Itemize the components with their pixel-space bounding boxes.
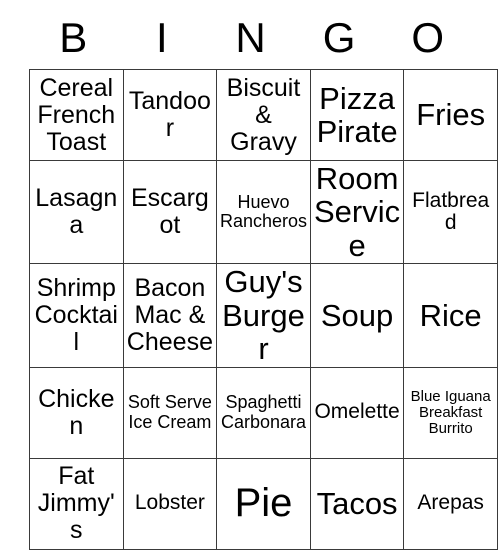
bingo-cell[interactable]: Pizza Pirate	[309, 69, 405, 161]
bingo-cell[interactable]: Flatbread	[403, 159, 498, 265]
bingo-row: Fat Jimmy's Lobster Pie Tacos Arepas	[29, 457, 498, 550]
bingo-cell[interactable]: Escargot	[122, 159, 218, 265]
bingo-cell[interactable]: Bacon Mac & Cheese	[122, 263, 218, 368]
bingo-cell[interactable]: Lobster	[122, 457, 218, 550]
bingo-cell[interactable]: Spaghetti Carbonara	[216, 366, 311, 459]
bingo-header-row: B I N G O	[29, 0, 472, 69]
bingo-header-letter-n: N	[235, 13, 266, 61]
bingo-cell[interactable]: Pie	[216, 457, 311, 550]
bingo-cell[interactable]: Tandoor	[122, 69, 218, 161]
bingo-card: B I N G O Cereal French Toast Tandoor Bi…	[29, 0, 498, 550]
bingo-cell[interactable]: Blue Iguana Breakfast Burrito	[403, 366, 498, 459]
bingo-cell[interactable]: Fries	[403, 69, 498, 161]
bingo-cell[interactable]: Cereal French Toast	[29, 69, 124, 161]
bingo-cell[interactable]: Fat Jimmy's	[29, 457, 124, 550]
bingo-cell[interactable]: Soup	[309, 263, 405, 368]
bingo-header-letter-o: O	[411, 13, 444, 61]
bingo-row: Shrimp Cocktail Bacon Mac & Cheese Guy's…	[29, 263, 498, 368]
bingo-header-letter-g: G	[322, 13, 356, 61]
bingo-cell[interactable]: Room Service	[309, 159, 405, 265]
bingo-row: Lasagna Escargot Huevo Rancheros Room Se…	[29, 159, 498, 265]
bingo-cell[interactable]: Tacos	[309, 457, 405, 550]
bingo-cell[interactable]: Huevo Rancheros	[216, 159, 311, 265]
bingo-cell[interactable]: Chicken	[29, 366, 124, 459]
bingo-grid: Cereal French Toast Tandoor Biscuit & Gr…	[29, 69, 498, 550]
bingo-cell[interactable]: Shrimp Cocktail	[29, 263, 124, 368]
bingo-cell[interactable]: Soft Serve Ice Cream	[122, 366, 218, 459]
bingo-cell[interactable]: Biscuit & Gravy	[216, 69, 311, 161]
bingo-cell[interactable]: Rice	[403, 263, 498, 368]
bingo-header-letter-i: I	[156, 13, 168, 61]
bingo-row: Chicken Soft Serve Ice Cream Spaghetti C…	[29, 366, 498, 459]
bingo-cell[interactable]: Lasagna	[29, 159, 124, 265]
bingo-cell[interactable]: Arepas	[403, 457, 498, 550]
bingo-row: Cereal French Toast Tandoor Biscuit & Gr…	[29, 69, 498, 161]
bingo-header-letter-b: B	[59, 13, 88, 61]
bingo-grid-body: Cereal French Toast Tandoor Biscuit & Gr…	[29, 69, 498, 550]
bingo-cell[interactable]: Omelette	[309, 366, 405, 459]
bingo-cell[interactable]: Guy's Burger	[216, 263, 311, 368]
